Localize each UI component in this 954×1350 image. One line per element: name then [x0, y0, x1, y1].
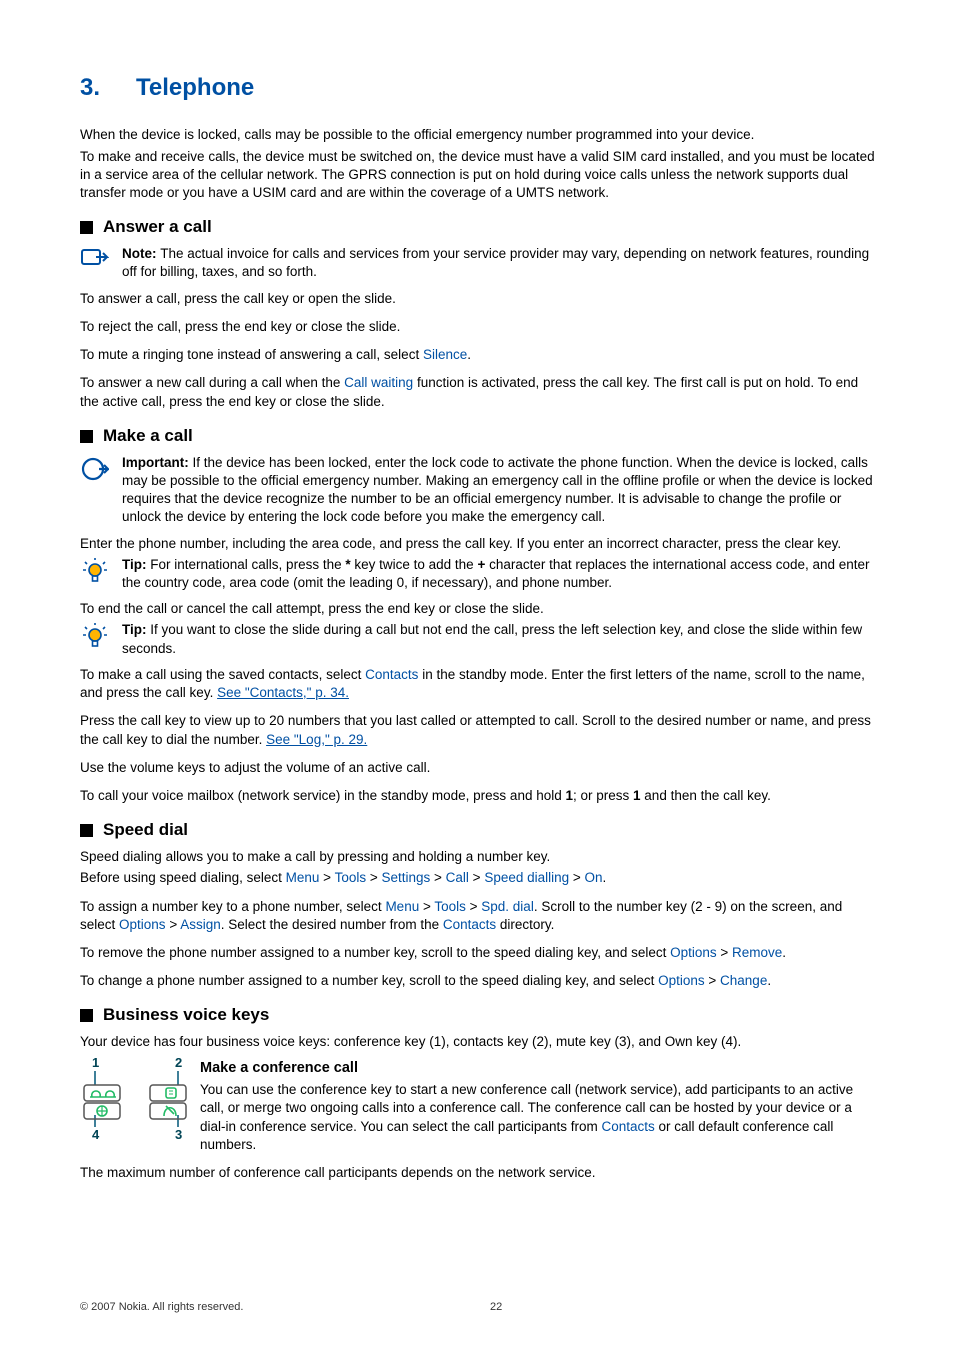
see-log-link[interactable]: See "Log," p. 29. [266, 732, 367, 747]
bvk-p1: Your device has four business voice keys… [80, 1033, 880, 1051]
speed-p5: To change a phone number assigned to a n… [80, 972, 880, 990]
answer-p2: To reject the call, press the end key or… [80, 318, 880, 336]
make-p4a: Press the call key to view up to 20 numb… [80, 713, 871, 746]
speed-p2a: Before using speed dialing, select [80, 870, 286, 885]
note-label: Note: [122, 246, 160, 261]
speed-p3: To assign a number key to a phone number… [80, 898, 880, 934]
svg-text:3: 3 [175, 1127, 182, 1141]
section-speed-dial: Speed dial [80, 819, 880, 842]
section-answer-call: Answer a call [80, 216, 880, 239]
make-p6: To call your voice mailbox (network serv… [80, 787, 880, 805]
answer-p4: To answer a new call during a call when … [80, 374, 880, 410]
speed-p2: Before using speed dialing, select Menu … [80, 869, 880, 887]
remove-ui-text: Remove [732, 945, 782, 960]
speed-p1: Speed dialing allows you to make a call … [80, 848, 880, 866]
make-p3: To make a call using the saved contacts,… [80, 666, 880, 702]
tip-label: Tip: [122, 557, 150, 572]
make-p4: Press the call key to view up to 20 numb… [80, 712, 880, 748]
tip-icon [80, 556, 110, 584]
silence-ui-text: Silence [423, 347, 467, 362]
call-waiting-ui-text: Call waiting [344, 375, 413, 390]
answer-p4a: To answer a new call during a call when … [80, 375, 344, 390]
make-p6c: and then the call key. [641, 788, 771, 803]
intro-para-1: When the device is locked, calls may be … [80, 126, 880, 144]
chapter-heading: 3.Telephone [80, 72, 880, 104]
section-title: Speed dial [103, 819, 188, 842]
section-title: Make a call [103, 425, 193, 448]
key-1b: 1 [633, 788, 641, 803]
bullet-square-icon [80, 1009, 93, 1022]
make-p5: Use the volume keys to adjust the volume… [80, 759, 880, 777]
section-make-call: Make a call [80, 425, 880, 448]
important-icon [80, 454, 110, 482]
make-p1: Enter the phone number, including the ar… [80, 535, 880, 553]
menu-ui-text: Menu [385, 899, 419, 914]
make-p2: To end the call or cancel the call attem… [80, 600, 880, 618]
important-body: If the device has been locked, enter the… [122, 455, 873, 525]
settings-ui-text: Settings [381, 870, 430, 885]
speed-dialling-ui-text: Speed dialling [484, 870, 569, 885]
key-1a: 1 [565, 788, 573, 803]
intro-para-2: To make and receive calls, the device mu… [80, 148, 880, 203]
answer-p3b: . [467, 347, 471, 362]
speed-p5a: To change a phone number assigned to a n… [80, 973, 658, 988]
tip-label: Tip: [122, 622, 150, 637]
note-body: The actual invoice for calls and service… [122, 246, 869, 279]
speed-p4: To remove the phone number assigned to a… [80, 944, 880, 962]
tip1-a: For international calls, press the [150, 557, 345, 572]
note-text: Note: The actual invoice for calls and s… [122, 245, 880, 281]
bullet-square-icon [80, 221, 93, 234]
contacts-ui-text: Contacts [365, 667, 418, 682]
important-label: Important: [122, 455, 193, 470]
call-ui-text: Call [446, 870, 469, 885]
footer-page-number: 22 [490, 1300, 502, 1315]
options-ui-text: Options [119, 917, 166, 932]
svg-text:2: 2 [175, 1055, 182, 1070]
change-ui-text: Change [720, 973, 767, 988]
make-p3a: To make a call using the saved contacts,… [80, 667, 365, 682]
options-ui-text: Options [658, 973, 705, 988]
subheading-conference: Make a conference call [80, 1059, 880, 1079]
make-p6a: To call your voice mailbox (network serv… [80, 788, 565, 803]
important-text: Important: If the device has been locked… [122, 454, 880, 527]
voice-keys-diagram: 1 2 4 3 [80, 1055, 190, 1141]
speed-p3a: To assign a number key to a phone number… [80, 899, 385, 914]
menu-ui-text: Menu [286, 870, 320, 885]
bvk-p2: You can use the conference key to start … [80, 1081, 880, 1154]
svg-text:1: 1 [92, 1055, 99, 1070]
on-ui-text: On [585, 870, 603, 885]
options-ui-text: Options [670, 945, 717, 960]
section-title: Answer a call [103, 216, 212, 239]
chapter-title-text: Telephone [136, 74, 254, 101]
see-contacts-link[interactable]: See "Contacts," p. 34. [217, 685, 349, 700]
footer-copyright: © 2007 Nokia. All rights reserved. [80, 1300, 243, 1315]
answer-p3: To mute a ringing tone instead of answer… [80, 346, 880, 364]
contacts-ui-text: Contacts [443, 917, 496, 932]
speed-p4a: To remove the phone number assigned to a… [80, 945, 670, 960]
tip1-text: Tip: For international calls, press the … [122, 556, 880, 592]
svg-text:4: 4 [92, 1127, 100, 1141]
answer-p3a: To mute a ringing tone instead of answer… [80, 347, 423, 362]
spd-dial-ui-text: Spd. dial [481, 899, 534, 914]
make-p6b: ; or press [573, 788, 633, 803]
section-business-voice-keys: Business voice keys [80, 1004, 880, 1027]
tools-ui-text: Tools [335, 870, 367, 885]
speed-p3d: directory. [496, 917, 554, 932]
tools-ui-text: Tools [434, 899, 466, 914]
tip2-text: Tip: If you want to close the slide duri… [122, 621, 880, 657]
assign-ui-text: Assign [180, 917, 221, 932]
note-icon [80, 245, 110, 269]
contacts-ui-text: Contacts [601, 1119, 654, 1134]
tip-icon [80, 621, 110, 649]
speed-p3c: . Select the desired number from the [221, 917, 443, 932]
bullet-square-icon [80, 430, 93, 443]
bullet-square-icon [80, 824, 93, 837]
chapter-number: 3. [80, 72, 136, 104]
section-title: Business voice keys [103, 1004, 269, 1027]
tip1-b: key twice to add the [351, 557, 478, 572]
tip2-body: If you want to close the slide during a … [122, 622, 862, 655]
answer-p1: To answer a call, press the call key or … [80, 290, 880, 308]
bvk-p3: The maximum number of conference call pa… [80, 1164, 880, 1182]
